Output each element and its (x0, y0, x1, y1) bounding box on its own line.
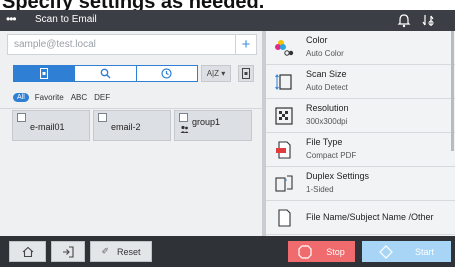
home-icon (22, 246, 33, 257)
setting-name: File Type (306, 137, 343, 147)
divider (0, 108, 262, 109)
filter-abc[interactable]: ABC (71, 93, 87, 102)
setting-name: File Name/Subject Name /Other (306, 212, 434, 222)
title-bar: ••• Scan to Email (0, 10, 455, 31)
address-detail-icon (242, 68, 250, 79)
sort-order-dropdown[interactable]: A|Z ▾ (201, 65, 231, 82)
address-placeholder: sample@test.local (14, 39, 96, 50)
setting-file-type[interactable]: File Type Compact PDF (266, 133, 455, 167)
screen-title: Scan to Email (35, 14, 97, 25)
search-icon (100, 68, 111, 79)
setting-value: Auto Color (306, 49, 344, 58)
reset-button[interactable]: ✐ Reset (90, 241, 152, 262)
ellipsis-icon[interactable]: ••• (6, 12, 17, 26)
quick-settings-icon[interactable] (420, 13, 436, 28)
bell-icon[interactable] (396, 13, 412, 28)
setting-duplex[interactable]: Duplex Settings 1-Sided (266, 167, 455, 201)
bottom-bar: ✐ Reset Stop Start (0, 236, 455, 267)
address-input[interactable]: sample@test.local + (7, 34, 257, 55)
setting-name: Scan Size (306, 69, 347, 79)
setting-value: 1-Sided (306, 185, 334, 194)
tab-search[interactable] (74, 66, 135, 81)
group-icon (180, 125, 189, 136)
checkbox[interactable] (98, 113, 107, 122)
setting-scan-size[interactable]: Scan Size Auto Detect (266, 65, 455, 99)
setting-name: Resolution (306, 103, 349, 113)
address-detail-button[interactable] (238, 65, 254, 82)
start-icon (379, 244, 393, 259)
settings-pane: Color Auto Color Scan Size Auto Detect R… (266, 31, 455, 236)
index-filter-bar: All Favorite ABC DEF (13, 91, 117, 103)
reset-label: Reset (117, 246, 141, 257)
scan-size-icon (274, 72, 294, 92)
document-icon (274, 208, 294, 228)
destination-card-group1[interactable]: group1 (174, 110, 252, 141)
setting-resolution[interactable]: Resolution 300x300dpi (266, 99, 455, 133)
tab-history[interactable] (135, 66, 197, 81)
resolution-icon (274, 106, 294, 126)
eraser-icon: ✐ (101, 246, 110, 256)
home-button[interactable] (9, 241, 46, 262)
tab-address-book[interactable] (14, 66, 75, 81)
start-label: Start (414, 246, 434, 257)
stop-label: Stop (326, 246, 345, 257)
filter-favorite[interactable]: Favorite (35, 93, 64, 102)
setting-value: Auto Detect (306, 83, 348, 92)
setting-value: 300x300dpi (306, 117, 348, 126)
destination-label: group1 (192, 117, 221, 127)
login-icon (63, 245, 74, 258)
filter-all[interactable]: All (13, 92, 29, 102)
destination-label: email-2 (111, 122, 141, 132)
filter-def[interactable]: DEF (94, 93, 110, 102)
color-icon (274, 38, 294, 58)
destination-view-tabs (13, 65, 198, 82)
scan-to-email-screen: Specify settings as needed. ••• Scan to … (0, 0, 455, 267)
setting-name: Duplex Settings (306, 171, 370, 181)
destination-pane: sample@test.local + A|Z ▾ All Favorite A… (0, 31, 262, 236)
checkbox[interactable] (17, 113, 26, 122)
address-book-icon (40, 68, 49, 79)
start-button[interactable]: Start (362, 241, 451, 262)
destination-card-e-mail01[interactable]: e-mail01 (12, 110, 90, 141)
setting-value: Compact PDF (306, 151, 357, 160)
destination-card-email-2[interactable]: email-2 (93, 110, 171, 141)
setting-name: Color (306, 35, 328, 45)
stop-icon (298, 244, 312, 259)
access-button[interactable] (51, 241, 85, 262)
setting-color[interactable]: Color Auto Color (266, 31, 455, 65)
stop-button[interactable]: Stop (288, 241, 355, 262)
checkbox[interactable] (179, 113, 188, 122)
setting-file-name[interactable]: File Name/Subject Name /Other (266, 201, 455, 235)
pdf-file-icon (274, 140, 294, 160)
chevron-down-icon: ▾ (221, 69, 226, 78)
duplex-icon (274, 174, 294, 194)
sort-label: A|Z (206, 69, 220, 78)
settings-scrollbar[interactable] (451, 31, 454, 151)
clock-icon (161, 68, 172, 79)
destination-label: e-mail01 (30, 122, 65, 132)
add-destination-button[interactable]: + (235, 35, 256, 54)
